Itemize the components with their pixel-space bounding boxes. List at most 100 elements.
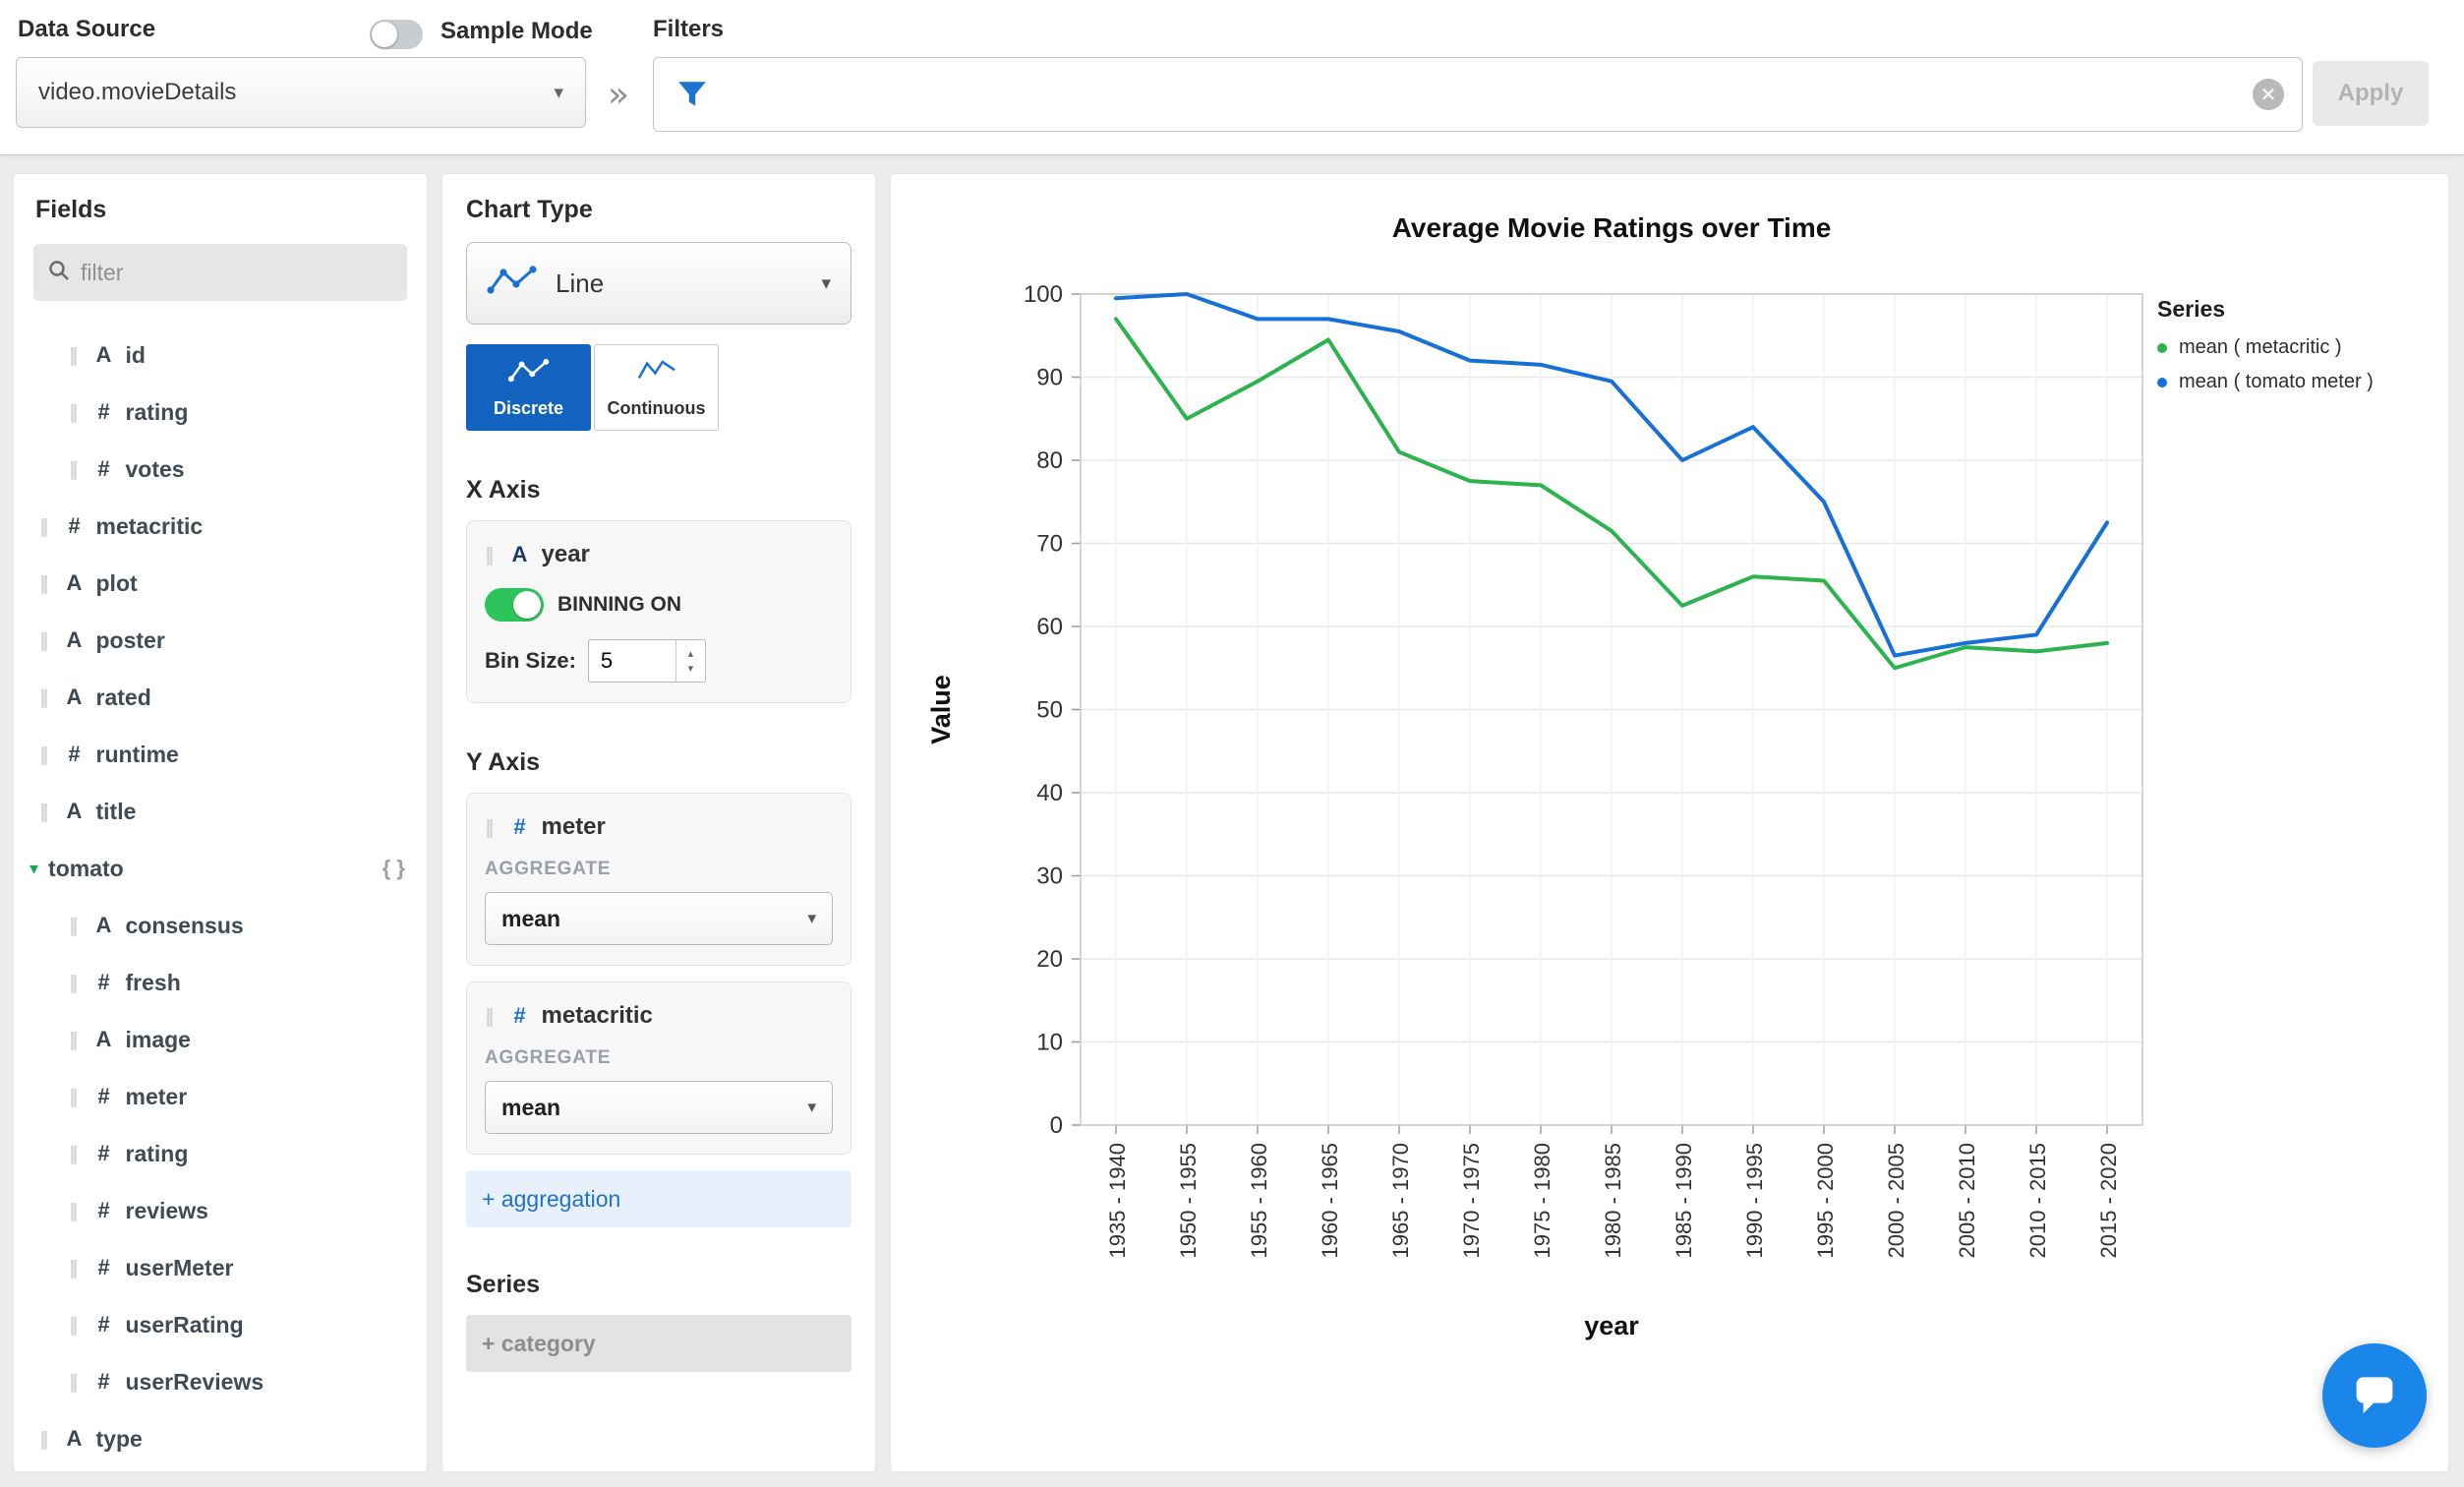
drag-handle-icon[interactable]: ‖ <box>69 344 79 366</box>
chevron-down-icon: ▾ <box>807 909 816 928</box>
drag-handle-icon[interactable]: ‖ <box>69 1029 79 1050</box>
drag-handle-icon[interactable]: ‖ <box>39 801 49 822</box>
number-type-icon: # <box>90 1369 118 1395</box>
field-item-metacritic[interactable]: ‖#metacritic <box>14 498 427 555</box>
top-toolbar: Data Source video.movieDetails ▾ Sample … <box>0 0 2464 155</box>
aggregate-select[interactable]: mean▾ <box>485 1081 833 1134</box>
drag-handle-icon[interactable]: ‖ <box>69 915 79 936</box>
drag-handle-icon[interactable]: ‖ <box>69 972 79 993</box>
field-item-userMeter[interactable]: ‖#userMeter <box>14 1239 427 1296</box>
drag-handle-icon[interactable]: ‖ <box>485 1005 495 1027</box>
object-braces-icon: { } <box>382 856 405 881</box>
add-aggregation-button[interactable]: + aggregation <box>466 1170 851 1227</box>
y-axis-field-name: metacritic <box>542 1002 653 1030</box>
data-source-select[interactable]: video.movieDetails ▾ <box>16 57 586 128</box>
y-axis-field-name: meter <box>542 813 606 841</box>
drag-handle-icon[interactable]: ‖ <box>485 816 495 838</box>
apply-button[interactable]: Apply <box>2313 61 2429 126</box>
sample-mode-label: Sample Mode <box>440 18 593 45</box>
field-item-image[interactable]: ‖Aimage <box>14 1011 427 1068</box>
line-chart-icon <box>487 264 538 304</box>
drag-handle-icon[interactable]: ‖ <box>39 515 49 537</box>
clear-filter-icon[interactable]: ✕ <box>2253 79 2284 110</box>
field-item-title[interactable]: ‖Atitle <box>14 783 427 840</box>
filters-input[interactable] <box>723 65 2239 124</box>
field-item-runtime[interactable]: ‖#runtime <box>14 726 427 783</box>
drag-handle-icon[interactable]: ‖ <box>39 686 49 708</box>
field-name: type <box>96 1426 143 1453</box>
field-name: poster <box>96 627 165 654</box>
field-item-userRating[interactable]: ‖#userRating <box>14 1296 427 1353</box>
data-source-label: Data Source <box>18 16 155 43</box>
field-item-tomato[interactable]: ▾ tomato { } <box>14 840 427 897</box>
aggregate-select[interactable]: mean▾ <box>485 892 833 945</box>
field-item-reviews[interactable]: ‖#reviews <box>14 1182 427 1239</box>
drag-handle-icon[interactable]: ‖ <box>39 744 49 765</box>
drag-handle-icon[interactable]: ‖ <box>39 572 49 594</box>
x-tick-label: 2015 - 2020 <box>2096 1143 2121 1258</box>
drag-handle-icon[interactable]: ‖ <box>485 544 495 565</box>
field-item-fresh[interactable]: ‖ # fresh <box>14 954 427 1011</box>
chart-type-select[interactable]: Line ▾ <box>466 242 851 325</box>
drag-handle-icon[interactable]: ‖ <box>39 629 49 651</box>
drag-handle-icon[interactable]: ‖ <box>69 1314 79 1336</box>
field-item-id[interactable]: ‖Aid <box>14 327 427 384</box>
field-item-rating[interactable]: ‖#rating <box>14 1125 427 1182</box>
field-item-meter[interactable]: ‖#meter <box>14 1068 427 1125</box>
drag-handle-icon[interactable]: ‖ <box>69 401 79 423</box>
binning-toggle[interactable] <box>485 588 544 622</box>
fields-list: ‖Aid‖#rating‖#votes‖#metacritic‖Aplot‖Ap… <box>14 327 427 1467</box>
bin-size-input[interactable] <box>589 640 674 682</box>
string-type-icon: A <box>90 342 118 368</box>
legend-entry[interactable]: mean ( tomato meter ) <box>2157 371 2433 393</box>
discrete-mode-button[interactable]: Discrete <box>466 344 591 431</box>
field-name: fresh <box>126 970 181 996</box>
legend-entry[interactable]: mean ( metacritic ) <box>2157 336 2433 359</box>
drag-handle-icon[interactable]: ‖ <box>69 1371 79 1393</box>
field-item-poster[interactable]: ‖Aposter <box>14 612 427 669</box>
continuous-mode-button[interactable]: Continuous <box>594 344 719 431</box>
number-type-icon: # <box>90 970 118 995</box>
x-axis-label: X Axis <box>466 476 851 505</box>
field-item-rated[interactable]: ‖Arated <box>14 669 427 726</box>
drag-handle-icon[interactable]: ‖ <box>69 458 79 480</box>
field-item-plot[interactable]: ‖Aplot <box>14 555 427 612</box>
chat-bubble-button[interactable] <box>2322 1343 2427 1448</box>
x-tick-label: 1995 - 2000 <box>1813 1143 1838 1258</box>
x-tick-label: 2000 - 2005 <box>1884 1143 1908 1258</box>
drag-handle-icon[interactable]: ‖ <box>69 1143 79 1164</box>
string-type-icon: A <box>90 913 118 938</box>
field-filter-input[interactable] <box>81 260 393 286</box>
continuous-line-icon <box>635 357 678 389</box>
collapse-chevrons-icon[interactable]: » <box>608 75 629 115</box>
string-type-icon: A <box>506 542 534 567</box>
y-tick-label: 10 <box>1036 1030 1063 1056</box>
sample-mode-toggle[interactable] <box>370 20 423 49</box>
field-name: plot <box>96 570 138 597</box>
fields-title: Fields <box>35 196 427 224</box>
drag-handle-icon[interactable]: ‖ <box>69 1200 79 1221</box>
drag-handle-icon[interactable]: ‖ <box>69 1086 79 1107</box>
string-type-icon: A <box>61 684 88 710</box>
field-item-rating[interactable]: ‖#rating <box>14 384 427 441</box>
field-item-consensus[interactable]: ‖Aconsensus <box>14 897 427 954</box>
x-tick-label: 1990 - 1995 <box>1742 1143 1767 1258</box>
y-tick-label: 20 <box>1036 946 1063 973</box>
field-item-type[interactable]: ‖Atype <box>14 1410 427 1467</box>
field-name: runtime <box>96 742 179 768</box>
field-item-votes[interactable]: ‖ # votes <box>14 441 427 498</box>
number-stepper[interactable]: ▴▾ <box>675 640 705 682</box>
field-name: votes <box>126 456 185 483</box>
y-tick-label: 90 <box>1036 365 1063 391</box>
chevron-down-icon[interactable]: ▾ <box>29 859 38 879</box>
number-type-icon: # <box>90 456 118 482</box>
drag-handle-icon[interactable]: ‖ <box>69 1257 79 1279</box>
number-type-icon: # <box>506 814 534 840</box>
add-category-button[interactable]: + category <box>466 1315 851 1372</box>
drag-handle-icon[interactable]: ‖ <box>39 1428 49 1450</box>
number-type-icon: # <box>90 1141 118 1166</box>
filter-bar: ✕ <box>653 57 2303 132</box>
field-name: rating <box>126 399 189 426</box>
field-name: tomato <box>48 856 124 882</box>
field-item-userReviews[interactable]: ‖#userReviews <box>14 1353 427 1410</box>
